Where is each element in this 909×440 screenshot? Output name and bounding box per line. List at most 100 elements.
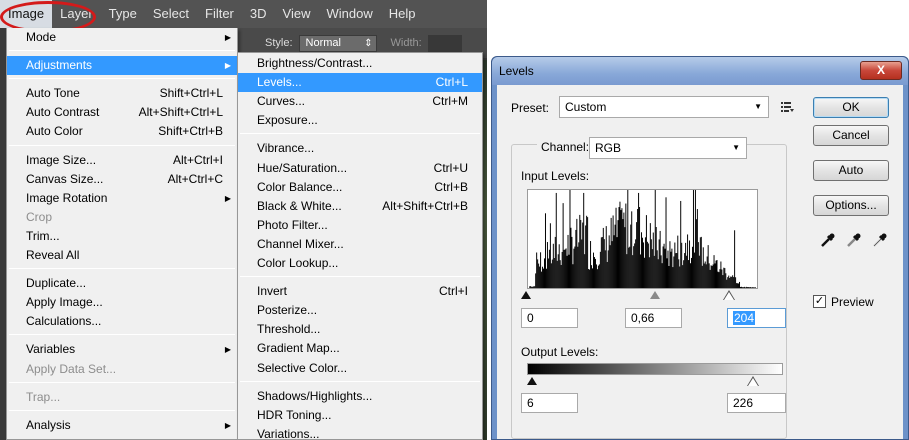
histogram-bar	[732, 275, 734, 288]
preset-options-icon[interactable]	[781, 101, 795, 113]
histogram-bar	[731, 276, 733, 288]
menu-item-variables[interactable]: Variables ▶	[7, 340, 237, 359]
menu-item-calculations[interactable]: Calculations...	[7, 312, 237, 331]
menu-item-analysis[interactable]: Analysis ▶	[7, 416, 237, 435]
histogram-bar	[544, 213, 546, 288]
histogram-bar	[630, 224, 632, 288]
menu-item-gradient-map[interactable]: Gradient Map...	[238, 339, 482, 358]
menu-item-selective-color[interactable]: Selective Color...	[238, 359, 482, 378]
menu-item-adjustments[interactable]: Adjustments ▶	[7, 56, 237, 76]
menu-item-auto-contrast[interactable]: Auto Contrast Alt+Shift+Ctrl+L	[7, 103, 237, 122]
dialog-titlebar[interactable]: Levels X	[492, 57, 908, 85]
cancel-button[interactable]: Cancel	[813, 125, 889, 146]
histogram-bar	[729, 277, 731, 288]
menubar-view[interactable]: View	[275, 0, 319, 28]
menu-item-trim[interactable]: Trim...	[7, 227, 237, 246]
menu-item-exposure[interactable]: Exposure...	[238, 111, 482, 130]
menu-item-invert[interactable]: Invert Ctrl+I	[238, 282, 482, 301]
menu-item-duplicate[interactable]: Duplicate...	[7, 274, 237, 293]
menubar-window[interactable]: Window	[318, 0, 380, 28]
close-button[interactable]: X	[860, 61, 902, 80]
preview-checkbox[interactable]: ✓	[813, 295, 826, 308]
histogram-bar	[652, 232, 654, 288]
menu-item-variations[interactable]: Variations...	[238, 425, 482, 440]
histogram-bar	[708, 263, 710, 288]
histogram-bar	[644, 237, 646, 288]
input-black-field[interactable]: 0	[521, 308, 578, 328]
channel-select[interactable]: RGB ▼	[589, 137, 747, 159]
menu-separator	[9, 144, 235, 146]
input-white-slider[interactable]	[724, 292, 734, 300]
menu-item-image-size[interactable]: Image Size... Alt+Ctrl+I	[7, 151, 237, 170]
histogram-bar	[646, 241, 648, 288]
histogram-bar	[545, 268, 547, 288]
input-black-slider[interactable]	[521, 291, 531, 299]
menu-item-channel-mixer[interactable]: Channel Mixer...	[238, 235, 482, 254]
histogram-bar	[626, 254, 628, 288]
histogram-bar	[751, 287, 753, 288]
menu-item-vibrance[interactable]: Vibrance...	[238, 139, 482, 158]
menu-item-hue-saturation[interactable]: Hue/Saturation... Ctrl+U	[238, 159, 482, 178]
black-eyedropper-icon[interactable]	[819, 231, 837, 249]
menubar-select[interactable]: Select	[145, 0, 197, 28]
options-button[interactable]: Options...	[813, 195, 889, 216]
menu-item-apply-image[interactable]: Apply Image...	[7, 293, 237, 312]
histogram-bar	[746, 287, 748, 288]
input-white-field[interactable]: 204	[727, 308, 786, 328]
menu-item-color-balance[interactable]: Color Balance... Ctrl+B	[238, 178, 482, 197]
menu-item-shadows-highlights[interactable]: Shadows/Highlights...	[238, 387, 482, 406]
histogram-bar	[597, 265, 599, 288]
menu-item-label: Levels...	[257, 75, 302, 90]
menu-item-black-white[interactable]: Black & White... Alt+Shift+Ctrl+B	[238, 197, 482, 216]
output-black-field[interactable]: 6	[521, 393, 578, 413]
menubar-help[interactable]: Help	[381, 0, 424, 28]
menu-item-auto-tone[interactable]: Auto Tone Shift+Ctrl+L	[7, 84, 237, 103]
menu-item-image-rotation[interactable]: Image Rotation ▶	[7, 189, 237, 208]
menubar-layer[interactable]: Layer	[52, 0, 101, 28]
histogram-bar	[586, 215, 588, 288]
style-select[interactable]: Normal	[298, 34, 377, 52]
histogram-bar	[583, 192, 585, 288]
menu-item-photo-filter[interactable]: Photo Filter...	[238, 216, 482, 235]
histogram-bar	[641, 232, 643, 288]
menu-item-threshold[interactable]: Threshold...	[238, 320, 482, 339]
output-black-slider[interactable]	[527, 377, 537, 385]
gray-eyedropper-icon[interactable]	[845, 231, 863, 249]
menubar-type[interactable]: Type	[101, 0, 145, 28]
histogram-bar	[581, 239, 583, 288]
histogram-bar	[605, 226, 607, 288]
histogram-bar	[599, 251, 601, 288]
menu-item-auto-color[interactable]: Auto Color Shift+Ctrl+B	[7, 122, 237, 141]
ok-button[interactable]: OK	[813, 97, 889, 118]
histogram-bar	[662, 246, 664, 288]
menu-item-brightness-contrast[interactable]: Brightness/Contrast...	[238, 54, 482, 73]
input-gamma-slider[interactable]	[650, 291, 660, 299]
input-gamma-field[interactable]: 0,66	[625, 308, 682, 328]
menubar-filter[interactable]: Filter	[197, 0, 242, 28]
menubar-3d[interactable]: 3D	[242, 0, 275, 28]
histogram-bar	[534, 286, 536, 288]
menu-item-posterize[interactable]: Posterize...	[238, 301, 482, 320]
menu-item-canvas-size[interactable]: Canvas Size... Alt+Ctrl+C	[7, 170, 237, 189]
menu-item-curves[interactable]: Curves... Ctrl+M	[238, 92, 482, 111]
histogram-bar	[657, 259, 659, 288]
menubar-image[interactable]: Image	[0, 0, 53, 28]
white-eyedropper-icon[interactable]	[871, 231, 889, 249]
histogram-bar	[576, 218, 578, 288]
histogram-bar	[703, 263, 705, 288]
output-white-field[interactable]: 226	[727, 393, 786, 413]
auto-button[interactable]: Auto	[813, 160, 889, 181]
histogram-bar	[686, 255, 688, 288]
menu-item-mode[interactable]: Mode ▶	[7, 28, 237, 47]
histogram-bar	[642, 242, 644, 288]
menu-item-hdr-toning[interactable]: HDR Toning...	[238, 406, 482, 425]
menu-item-color-lookup[interactable]: Color Lookup...	[238, 254, 482, 273]
preset-label: Preset:	[511, 101, 550, 115]
preset-select[interactable]: Custom ▼	[559, 96, 769, 118]
menu-item-levels[interactable]: Levels... Ctrl+L	[238, 73, 482, 93]
output-white-slider[interactable]	[748, 378, 758, 386]
width-field[interactable]	[427, 34, 462, 52]
menu-item-reveal-all[interactable]: Reveal All	[7, 246, 237, 265]
histogram-bar	[631, 211, 633, 288]
histogram-bar	[566, 255, 568, 288]
